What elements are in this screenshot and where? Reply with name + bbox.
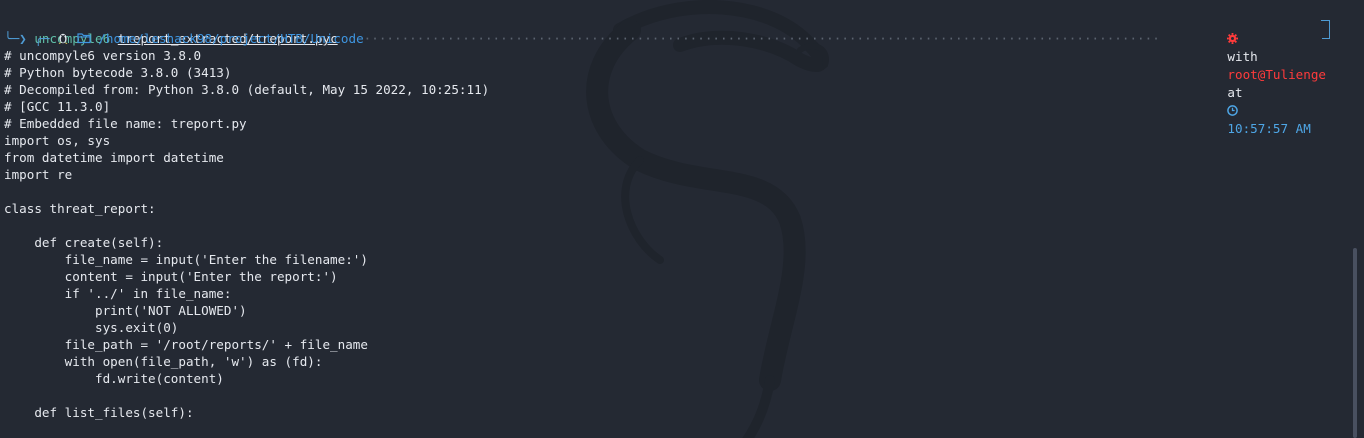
- prompt-right-segment: with root@Tulienge at 10:57:57 AM: [1182, 12, 1326, 156]
- user-host: root@Tulienge: [1227, 67, 1326, 82]
- output-line: # Python bytecode 3.8.0 (3413): [4, 65, 232, 80]
- prompt-time: 10:57:57 AM: [1227, 121, 1311, 136]
- terminal[interactable]: ╭─ /home/leshack98/project/HTB/Unicode··…: [4, 0, 1344, 438]
- output-line: with open(file_path, 'w') as (fd):: [4, 354, 323, 369]
- clock-icon: [1227, 103, 1239, 118]
- output-line: # [GCC 11.3.0]: [4, 99, 111, 114]
- with-label: with: [1227, 49, 1258, 64]
- output-line: def create(self):: [4, 235, 164, 250]
- output-line: fd.write(content): [4, 371, 224, 386]
- folder-icon: [77, 31, 91, 46]
- output-line: import os, sys: [4, 133, 111, 148]
- prompt-corner-top: [1321, 20, 1330, 39]
- output-line: # Embedded file name: treport.py: [4, 116, 247, 131]
- prompt-filler: ········································…: [363, 31, 1160, 46]
- output-line: sys.exit(0): [4, 320, 179, 335]
- output-line: class threat_report:: [4, 201, 156, 216]
- output-line: file_path = '/root/reports/' + file_name: [4, 337, 368, 352]
- prompt-line: ╭─ /home/leshack98/project/HTB/Unicode··…: [4, 12, 1344, 136]
- output-line: import re: [4, 167, 73, 182]
- output-line: # Decompiled from: Python 3.8.0 (default…: [4, 82, 490, 97]
- prompt-corner-bottom: [1322, 38, 1330, 39]
- output-line: if '../' in file_name:: [4, 286, 232, 301]
- at-label: at: [1227, 85, 1243, 100]
- output-line: print('NOT ALLOWED'): [4, 303, 247, 318]
- output-line: content = input('Enter the report:'): [4, 269, 338, 284]
- prompt-frame: ╭─: [34, 31, 58, 46]
- output-line: def list_files(self):: [4, 405, 194, 420]
- gear-icon: [1227, 31, 1239, 46]
- output-line: from datetime import datetime: [4, 150, 224, 165]
- scrollbar[interactable]: [1353, 248, 1357, 438]
- output-line: file_name = input('Enter the filename:'): [4, 252, 368, 267]
- command-output: # uncompyle6 version 3.8.0 # Python bytec…: [4, 47, 1344, 421]
- cwd-path: /home/leshack98/project/HTB/Unicode: [98, 31, 364, 46]
- tux-icon: [57, 31, 69, 46]
- output-line: # uncompyle6 version 3.8.0: [4, 48, 202, 63]
